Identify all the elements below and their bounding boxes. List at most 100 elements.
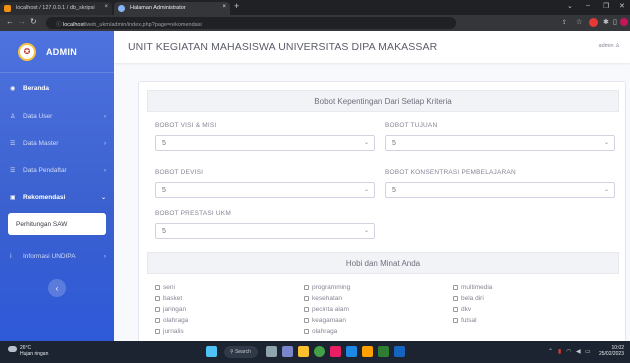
tray-app-icon[interactable]: ▮ <box>558 348 561 355</box>
sidebar-subitem-label: Perhitungan SAW <box>16 220 68 228</box>
checkbox-keagamaan[interactable]: keagamaan <box>304 317 346 324</box>
select-bobot-devisi[interactable]: 5 ⌄ <box>155 182 375 198</box>
checkbox-jurnalis[interactable]: jurnalis <box>155 328 184 335</box>
checkbox-box[interactable] <box>453 295 458 301</box>
sidebar-item-rekomendasi[interactable]: ▣ Rekomendasi ⌄ <box>0 184 114 211</box>
book-icon: ▣ <box>10 195 16 201</box>
sidebar-item-data-pendaftar[interactable]: ☰ Data Pendaftar › <box>0 157 114 184</box>
checkbox-pecinta-alam[interactable]: pecinta alam <box>304 306 349 313</box>
paint-app-icon[interactable] <box>330 346 341 357</box>
checkbox-box[interactable] <box>453 284 458 290</box>
minimize-icon[interactable]: – <box>586 2 590 9</box>
checkbox-basket[interactable]: basket <box>155 295 182 302</box>
select-bobot-konsentrasi[interactable]: 5 ⌄ <box>385 182 615 198</box>
weather-widget[interactable]: 26°C Hujan ringan <box>8 345 48 357</box>
checkbox-jaringan[interactable]: jaringan <box>155 306 186 313</box>
checkbox-label: keagamaan <box>312 317 346 324</box>
extension-red-icon[interactable] <box>589 18 598 27</box>
checkbox-label: olahraga <box>312 328 338 335</box>
checkbox-seni[interactable]: seni <box>155 284 175 291</box>
chevron-down-icon: ⌄ <box>603 140 609 146</box>
user-menu[interactable]: admin ♙ <box>599 43 620 49</box>
tab-title: Halaman Administrator <box>130 5 186 11</box>
back-icon[interactable]: ← <box>6 17 14 26</box>
checkbox-dkv[interactable]: dkv <box>453 306 471 313</box>
sidebar-item-informasi-undipa[interactable]: ⅰ Informasi UNDIPA › <box>0 243 114 270</box>
list-icon: ☰ <box>10 168 16 174</box>
checkbox-box[interactable] <box>304 328 309 334</box>
maximize-icon[interactable]: ❐ <box>603 2 609 10</box>
list-icon: ☰ <box>10 141 16 147</box>
tab-search-icon[interactable]: ⌄ <box>567 2 573 10</box>
chat-icon[interactable] <box>282 346 293 357</box>
profile-avatar-icon[interactable] <box>620 18 628 26</box>
checkbox-box[interactable] <box>155 284 160 290</box>
close-window-icon[interactable]: ✕ <box>619 2 625 10</box>
taskbar-clock[interactable]: 10:02 25/02/2023 <box>594 345 624 357</box>
spreadsheet-app-icon[interactable] <box>378 346 389 357</box>
sidebar-toggle-button[interactable]: ‹ <box>48 279 66 297</box>
tray-overflow-icon[interactable]: ⌃ <box>548 348 553 355</box>
sidebar-item-data-user[interactable]: ♙ Data User › <box>0 103 114 130</box>
checkbox-box[interactable] <box>304 295 309 301</box>
close-tab-icon[interactable]: × <box>222 4 226 10</box>
share-icon[interactable]: ⇪ <box>562 19 567 26</box>
sidebar: ✪ ADMIN ◉ Beranda ♙ Data User › ☰ Data M… <box>0 31 114 341</box>
sidebar-item-data-master[interactable]: ☰ Data Master › <box>0 130 114 157</box>
checkbox-box[interactable] <box>155 317 160 323</box>
windows-start-icon[interactable] <box>206 346 217 357</box>
sidebar-brand[interactable]: ✪ ADMIN <box>0 31 114 73</box>
select-bobot-prestasi[interactable]: 5 ⌄ <box>155 223 375 239</box>
checkbox-box[interactable] <box>155 328 160 334</box>
sidepanel-icon[interactable]: ▯ <box>613 18 617 26</box>
reload-icon[interactable]: ↻ <box>30 17 37 26</box>
checkbox-label: jaringan <box>163 306 187 313</box>
checkbox-box[interactable] <box>155 306 160 312</box>
browser-tab-phpmyadmin[interactable]: localhost / 127.0.0.1 / db_skripsi × <box>0 2 112 15</box>
checkbox-box[interactable] <box>155 295 160 301</box>
taskbar-search[interactable]: ⚲ Search <box>224 346 258 358</box>
checkbox-multimedia[interactable]: multimedia <box>453 284 492 291</box>
checkbox-box[interactable] <box>304 306 309 312</box>
browser-toolbar: ← → ↻ ⓘ localhost/web_ukm/admin/index.ph… <box>0 15 630 31</box>
forward-icon[interactable]: → <box>18 17 26 26</box>
select-bobot-visi-misi[interactable]: 5 ⌄ <box>155 135 375 151</box>
battery-icon[interactable]: ▭ <box>585 348 591 355</box>
vscode-icon[interactable] <box>394 346 405 357</box>
chevron-right-icon: › <box>104 253 106 260</box>
checkbox-bela-diri[interactable]: bela diri <box>453 295 484 302</box>
checkbox-box[interactable] <box>304 284 309 290</box>
extensions-puzzle-icon[interactable]: ✱ <box>603 18 609 26</box>
checkbox-futsal[interactable]: futsal <box>453 317 477 324</box>
new-tab-button[interactable]: + <box>234 1 239 11</box>
checkbox-label: programming <box>312 284 351 291</box>
close-tab-icon[interactable]: × <box>104 4 108 10</box>
info-icon: ⅰ <box>10 254 12 260</box>
checkbox-kesehatan[interactable]: kesehatan <box>304 295 342 302</box>
checkbox-programming[interactable]: programming <box>304 284 350 291</box>
checkbox-box[interactable] <box>453 317 458 323</box>
address-bar[interactable]: ⓘ localhost/web_ukm/admin/index.php?page… <box>46 17 456 29</box>
file-explorer-icon[interactable] <box>298 346 309 357</box>
checkbox-olahraga[interactable]: olahraga <box>155 317 188 324</box>
url-path: /web_ukm/admin/index.php?page=rekomendas… <box>84 22 202 28</box>
checkbox-label: jurnalis <box>163 328 184 335</box>
sidebar-subitem-perhitungan-saw[interactable]: Perhitungan SAW <box>8 213 106 235</box>
select-value: 5 <box>392 140 396 147</box>
task-view-icon[interactable] <box>266 346 277 357</box>
browser-tab-admin[interactable]: Halaman Administrator × <box>114 2 230 15</box>
sidebar-item-beranda[interactable]: ◉ Beranda <box>0 73 114 103</box>
wifi-icon[interactable]: ◠ <box>566 348 571 355</box>
recommendation-form-card: Bobot Kepentingan Dari Setiap Kriteria B… <box>138 81 626 341</box>
user-avatar-icon: ♙ <box>615 43 620 49</box>
chrome-icon[interactable] <box>314 346 325 357</box>
bookmark-star-icon[interactable]: ☆ <box>576 18 582 26</box>
checkbox-box[interactable] <box>453 306 458 312</box>
checkbox-box[interactable] <box>304 317 309 323</box>
select-value: 5 <box>162 140 166 147</box>
checkbox-olahraga-2[interactable]: olahraga <box>304 328 337 335</box>
app-icon[interactable] <box>362 346 373 357</box>
select-bobot-tujuan[interactable]: 5 ⌄ <box>385 135 615 151</box>
volume-icon[interactable]: ◀ <box>576 348 581 355</box>
store-icon[interactable] <box>346 346 357 357</box>
